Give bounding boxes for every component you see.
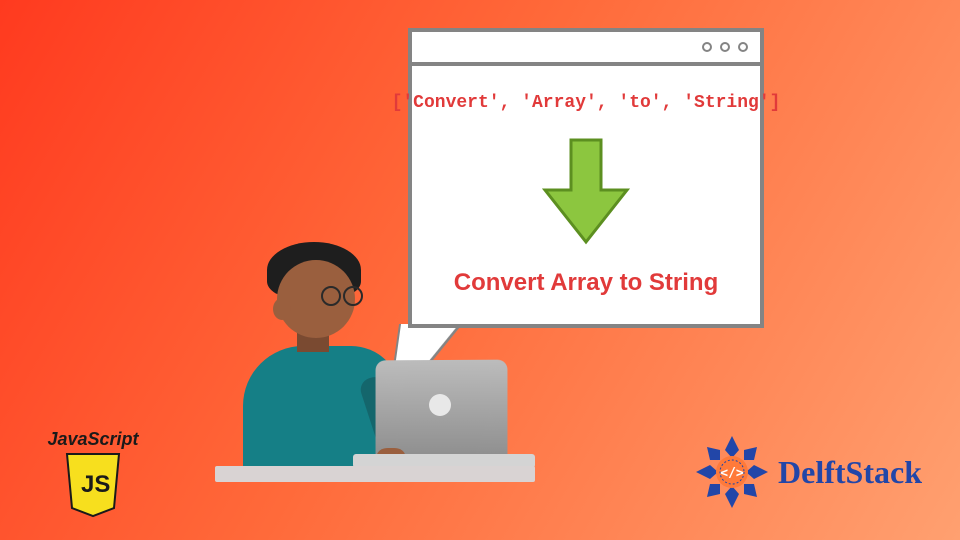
- arrow-down-icon: [541, 136, 631, 246]
- brand-name: DelftStack: [778, 454, 922, 491]
- javascript-label: JavaScript: [38, 429, 148, 450]
- window-header: [412, 32, 760, 66]
- ear: [273, 298, 291, 320]
- svg-text:</>: </>: [720, 466, 744, 481]
- glasses-icon: [321, 290, 365, 306]
- window-control-dot: [738, 42, 748, 52]
- laptop-logo-icon: [429, 394, 451, 416]
- delftstack-logo: </> DelftStack: [692, 432, 922, 512]
- person-at-laptop: [225, 260, 525, 520]
- brand-mandala-icon: </>: [692, 432, 772, 512]
- javascript-badge: JavaScript JS: [38, 429, 148, 518]
- window-control-dot: [702, 42, 712, 52]
- window-control-dot: [720, 42, 730, 52]
- js-shield-text: JS: [81, 471, 110, 498]
- javascript-shield-icon: JS: [38, 452, 148, 518]
- array-literal-text: ['Convert', 'Array', 'to', 'String']: [392, 93, 781, 113]
- desk: [215, 466, 535, 482]
